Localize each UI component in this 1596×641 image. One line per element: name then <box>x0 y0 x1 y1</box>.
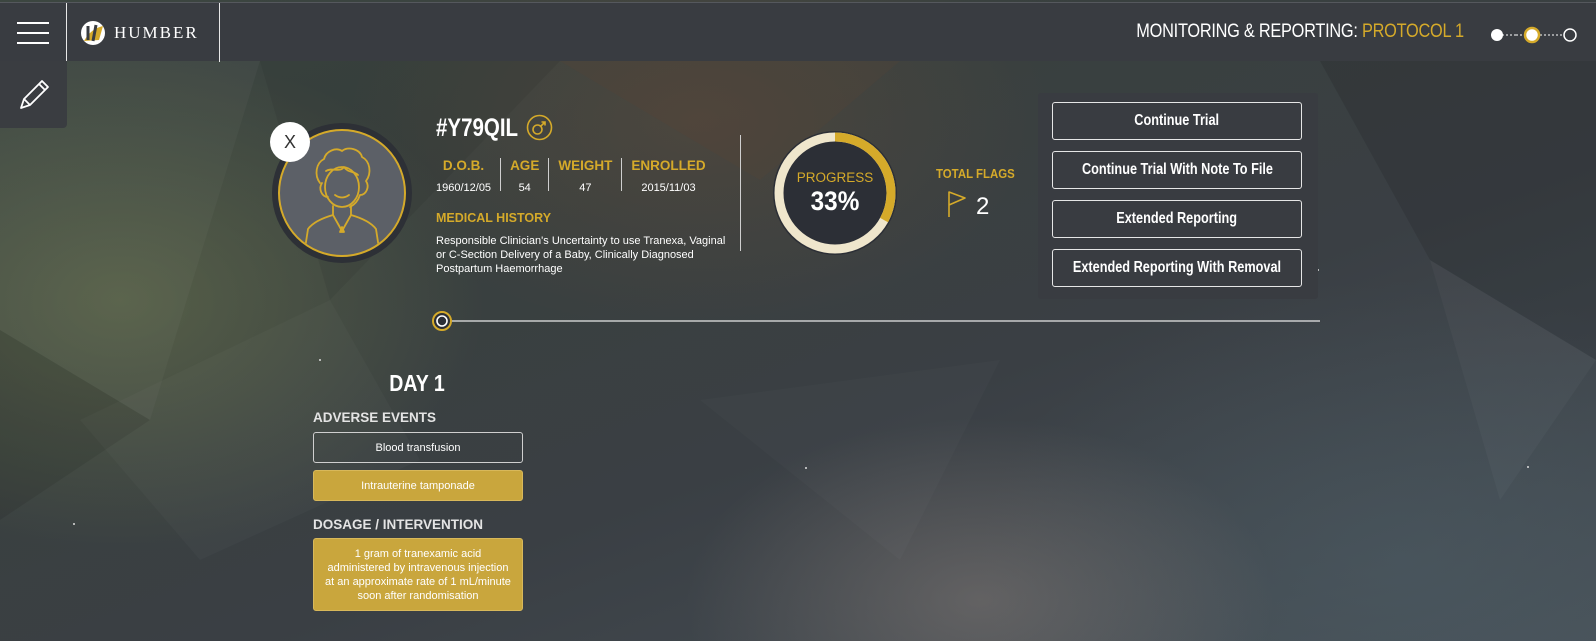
adverse-events-heading: ADVERSE EVENTS <box>313 410 437 425</box>
continue-trial-button[interactable]: Continue Trial <box>1052 102 1302 140</box>
protocol-name: PROTOCOL 1 <box>1362 21 1464 42</box>
section-divider <box>740 135 741 251</box>
adverse-event-chip-selected[interactable]: Intrauterine tamponade <box>313 470 523 501</box>
button-label: Extended Reporting <box>1116 210 1238 227</box>
stat-value: 2015/11/03 <box>641 182 696 194</box>
dosage-chip[interactable]: 1 gram of tranexamic acid administered b… <box>313 538 523 611</box>
hamburger-icon-line <box>17 21 49 24</box>
medical-history-text: Responsible Clinician's Uncertainty to u… <box>436 235 726 275</box>
progress-value: 33% <box>810 186 860 216</box>
action-panel: Continue Trial Continue Trial With Note … <box>1038 93 1318 299</box>
pencil-icon <box>19 79 49 109</box>
close-patient-button[interactable]: X <box>270 122 310 162</box>
adverse-event-chip[interactable]: Blood transfusion <box>313 432 523 463</box>
stat-value: 1960/12/05 <box>436 182 492 194</box>
button-label: Continue Trial <box>1134 112 1220 129</box>
stepper-dot-1 <box>1491 29 1503 41</box>
stepper-dot-3 <box>1563 28 1577 42</box>
day-title: DAY 1 <box>389 370 445 396</box>
stepper-dot-2-current <box>1523 26 1541 44</box>
stat-age: AGE 54 <box>501 158 550 194</box>
top-bar: HUMBER MONITORING & REPORTING: PROTOCOL … <box>0 2 1596 62</box>
stat-dob: D.O.B. 1960/12/05 <box>436 158 502 194</box>
humber-logo-icon <box>81 20 105 45</box>
dosage-heading: DOSAGE / INTERVENTION <box>313 517 484 532</box>
stat-label: D.O.B. <box>442 158 485 173</box>
extended-reporting-button[interactable]: Extended Reporting <box>1052 200 1302 238</box>
medical-history-heading: MEDICAL HISTORY <box>436 211 552 225</box>
title-prefix: MONITORING & REPORTING: <box>1136 21 1363 42</box>
protocol-stepper[interactable] <box>1490 26 1586 44</box>
button-label: Extended Reporting With Removal <box>1072 259 1282 276</box>
total-flags-label: TOTAL FLAGS <box>936 166 1015 181</box>
stat-label: AGE <box>510 158 540 173</box>
button-label: Continue Trial With Note To File <box>1081 161 1273 178</box>
page-title: MONITORING & REPORTING: PROTOCOL 1 <box>1136 21 1465 43</box>
day-timeline[interactable] <box>432 311 1320 331</box>
hamburger-icon-line <box>17 41 49 44</box>
patient-stats: D.O.B. 1960/12/05 AGE 54 WEIGHT 47 ENROL… <box>436 158 715 194</box>
stat-label: WEIGHT <box>558 158 613 173</box>
humber-logo[interactable]: HUMBER <box>68 3 220 62</box>
male-icon <box>526 114 553 141</box>
edit-button[interactable] <box>0 61 67 128</box>
stat-weight: WEIGHT 47 <box>549 158 623 194</box>
patient-id: #Y79QIL <box>436 114 519 142</box>
stat-value: 54 <box>518 182 531 194</box>
stat-enrolled: ENROLLED 2015/11/03 <box>622 158 714 194</box>
continue-trial-note-button[interactable]: Continue Trial With Note To File <box>1052 151 1302 189</box>
extended-reporting-removal-button[interactable]: Extended Reporting With Removal <box>1052 249 1302 287</box>
stat-label: ENROLLED <box>631 158 706 173</box>
logo-text: HUMBER <box>114 22 199 42</box>
hamburger-icon-line <box>17 31 49 34</box>
hamburger-menu-button[interactable] <box>0 3 67 62</box>
flag-icon <box>948 191 966 217</box>
progress-label: PROGRESS <box>796 170 874 185</box>
stat-value: 47 <box>579 182 592 194</box>
total-flags-count: 2 <box>976 193 990 220</box>
